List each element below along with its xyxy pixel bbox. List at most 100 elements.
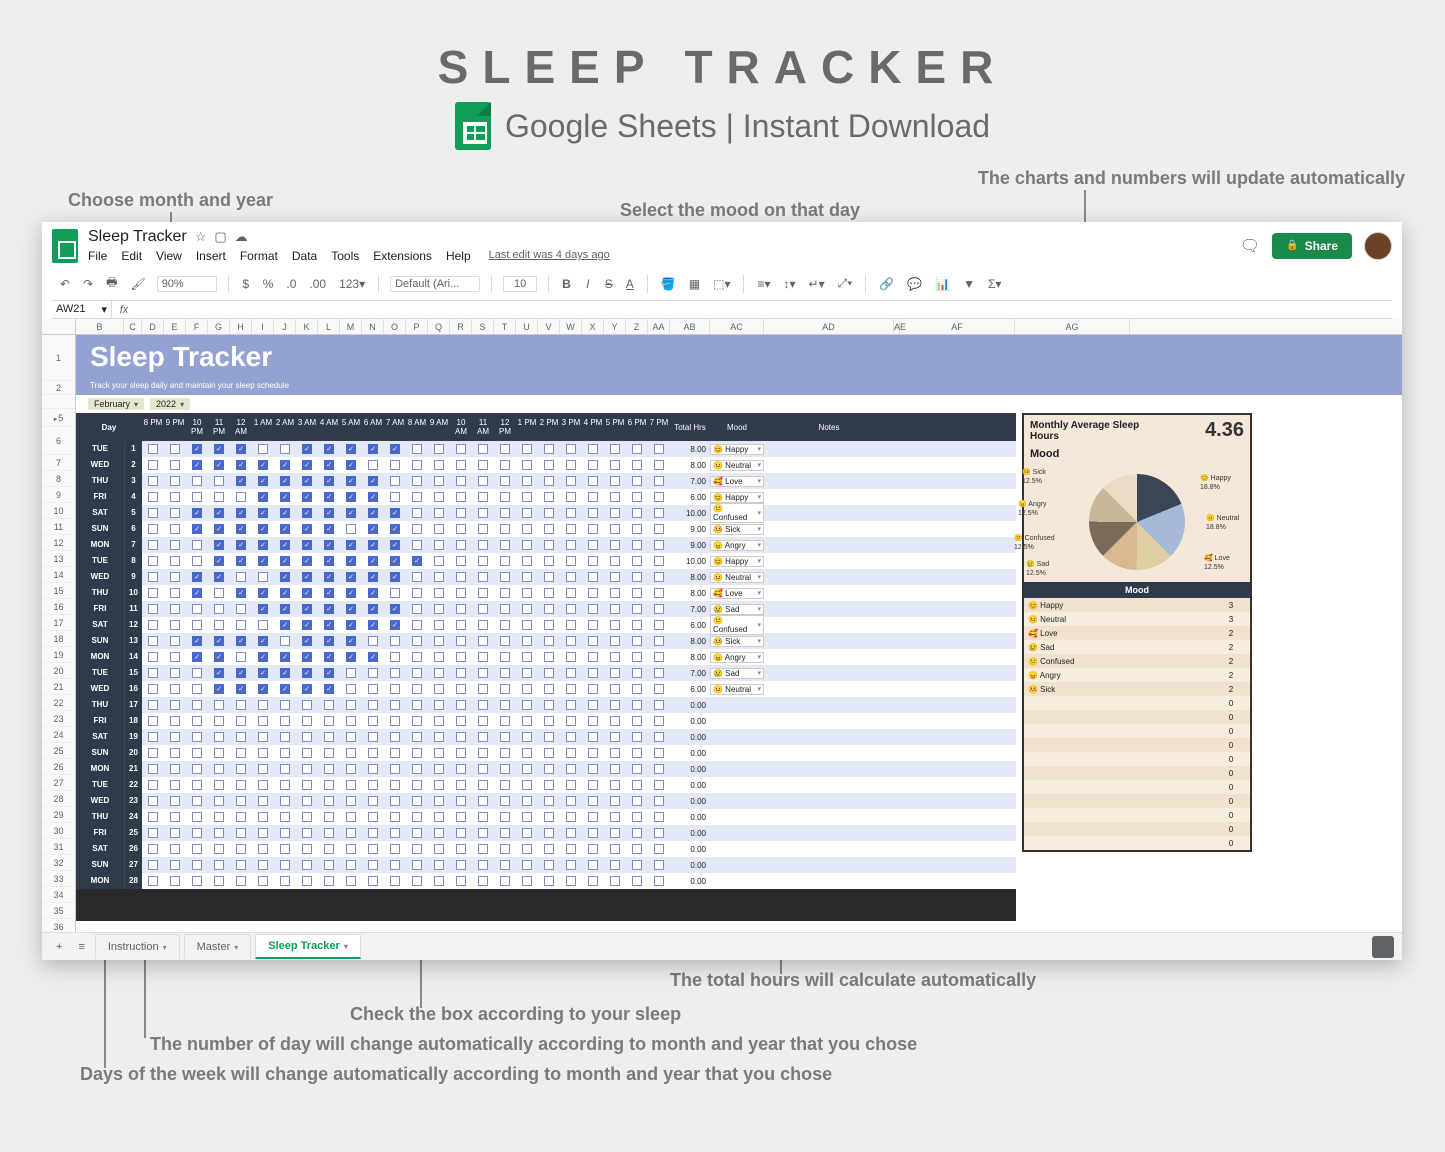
hour-cell[interactable]: [626, 793, 648, 809]
hour-cell[interactable]: [472, 713, 494, 729]
checkbox-icon[interactable]: [610, 812, 620, 822]
hour-cell[interactable]: [318, 569, 340, 585]
hour-cell[interactable]: [560, 521, 582, 537]
checkbox-icon[interactable]: [324, 508, 334, 518]
checkbox-icon[interactable]: [654, 748, 664, 758]
hour-cell[interactable]: [516, 777, 538, 793]
checkbox-icon[interactable]: [192, 844, 202, 854]
checkbox-icon[interactable]: [368, 652, 378, 662]
hour-cell[interactable]: [274, 665, 296, 681]
checkbox-icon[interactable]: [522, 508, 532, 518]
hour-cell[interactable]: [318, 489, 340, 505]
checkbox-icon[interactable]: [456, 876, 466, 886]
checkbox-icon[interactable]: [566, 828, 576, 838]
hour-cell[interactable]: [164, 665, 186, 681]
checkbox-icon[interactable]: [434, 540, 444, 550]
checkbox-icon[interactable]: [610, 444, 620, 454]
checkbox-icon[interactable]: [588, 732, 598, 742]
hour-cell[interactable]: [472, 793, 494, 809]
checkbox-icon[interactable]: [654, 684, 664, 694]
checkbox-icon[interactable]: [236, 700, 246, 710]
cell-mood-select[interactable]: 😊 Happy▾: [710, 556, 764, 567]
hour-cell[interactable]: [582, 569, 604, 585]
hour-cell[interactable]: [472, 649, 494, 665]
checkbox-icon[interactable]: [456, 636, 466, 646]
hour-cell[interactable]: [318, 617, 340, 633]
checkbox-icon[interactable]: [566, 572, 576, 582]
hour-cell[interactable]: [472, 633, 494, 649]
redo-icon[interactable]: ↷: [81, 276, 95, 292]
hour-cell[interactable]: [516, 841, 538, 857]
checkbox-icon[interactable]: [324, 764, 334, 774]
checkbox-icon[interactable]: [390, 716, 400, 726]
hour-cell[interactable]: [450, 505, 472, 521]
hour-cell[interactable]: [516, 585, 538, 601]
hour-cell[interactable]: [274, 809, 296, 825]
checkbox-icon[interactable]: [302, 492, 312, 502]
checkbox-icon[interactable]: [588, 508, 598, 518]
checkbox-icon[interactable]: [258, 476, 268, 486]
hour-cell[interactable]: [362, 713, 384, 729]
checkbox-icon[interactable]: [302, 748, 312, 758]
chevron-down-icon[interactable]: ▾: [757, 557, 761, 565]
hour-cell[interactable]: [494, 761, 516, 777]
checkbox-icon[interactable]: [588, 588, 598, 598]
hour-cell[interactable]: [296, 473, 318, 489]
hour-cell[interactable]: [164, 745, 186, 761]
hour-cell[interactable]: [450, 649, 472, 665]
checkbox-icon[interactable]: [544, 716, 554, 726]
checkbox-icon[interactable]: [610, 460, 620, 470]
hour-cell[interactable]: [560, 441, 582, 457]
hour-cell[interactable]: [428, 809, 450, 825]
hour-cell[interactable]: [516, 457, 538, 473]
hour-cell[interactable]: [626, 521, 648, 537]
checkbox-icon[interactable]: [434, 668, 444, 678]
checkbox-icon[interactable]: [280, 668, 290, 678]
chevron-down-icon[interactable]: ▾: [757, 573, 761, 581]
hour-cell[interactable]: [296, 809, 318, 825]
checkbox-icon[interactable]: [610, 716, 620, 726]
add-sheet-button[interactable]: +: [50, 937, 68, 957]
column-header[interactable]: I: [252, 319, 274, 334]
checkbox-icon[interactable]: [434, 636, 444, 646]
checkbox-icon[interactable]: [236, 492, 246, 502]
checkbox-icon[interactable]: [500, 716, 510, 726]
hour-cell[interactable]: [252, 697, 274, 713]
checkbox-icon[interactable]: [368, 780, 378, 790]
checkbox-icon[interactable]: [192, 716, 202, 726]
hour-cell[interactable]: [208, 873, 230, 889]
checkbox-icon[interactable]: [324, 876, 334, 886]
hour-cell[interactable]: [296, 489, 318, 505]
hour-cell[interactable]: [560, 585, 582, 601]
hour-cell[interactable]: [142, 841, 164, 857]
checkbox-icon[interactable]: [258, 828, 268, 838]
hour-cell[interactable]: [252, 569, 274, 585]
checkbox-icon[interactable]: [478, 604, 488, 614]
hour-cell[interactable]: [340, 489, 362, 505]
checkbox-icon[interactable]: [280, 444, 290, 454]
font-select[interactable]: Default (Ari...: [390, 276, 480, 292]
hour-cell[interactable]: [538, 569, 560, 585]
checkbox-icon[interactable]: [390, 764, 400, 774]
checkbox-icon[interactable]: [456, 780, 466, 790]
checkbox-icon[interactable]: [522, 444, 532, 454]
hour-cell[interactable]: [450, 713, 472, 729]
checkbox-icon[interactable]: [214, 620, 224, 630]
hour-cell[interactable]: [296, 521, 318, 537]
checkbox-icon[interactable]: [412, 652, 422, 662]
hour-cell[interactable]: [516, 681, 538, 697]
column-header[interactable]: R: [450, 319, 472, 334]
hour-cell[interactable]: [230, 649, 252, 665]
checkbox-icon[interactable]: [588, 700, 598, 710]
hour-cell[interactable]: [164, 841, 186, 857]
hour-cell[interactable]: [252, 777, 274, 793]
checkbox-icon[interactable]: [456, 460, 466, 470]
hour-cell[interactable]: [626, 537, 648, 553]
select-all-corner[interactable]: [42, 319, 76, 334]
hour-cell[interactable]: [648, 457, 670, 473]
checkbox-icon[interactable]: [214, 444, 224, 454]
hour-cell[interactable]: [164, 521, 186, 537]
hour-cell[interactable]: [582, 601, 604, 617]
hour-cell[interactable]: [538, 809, 560, 825]
checkbox-icon[interactable]: [170, 780, 180, 790]
